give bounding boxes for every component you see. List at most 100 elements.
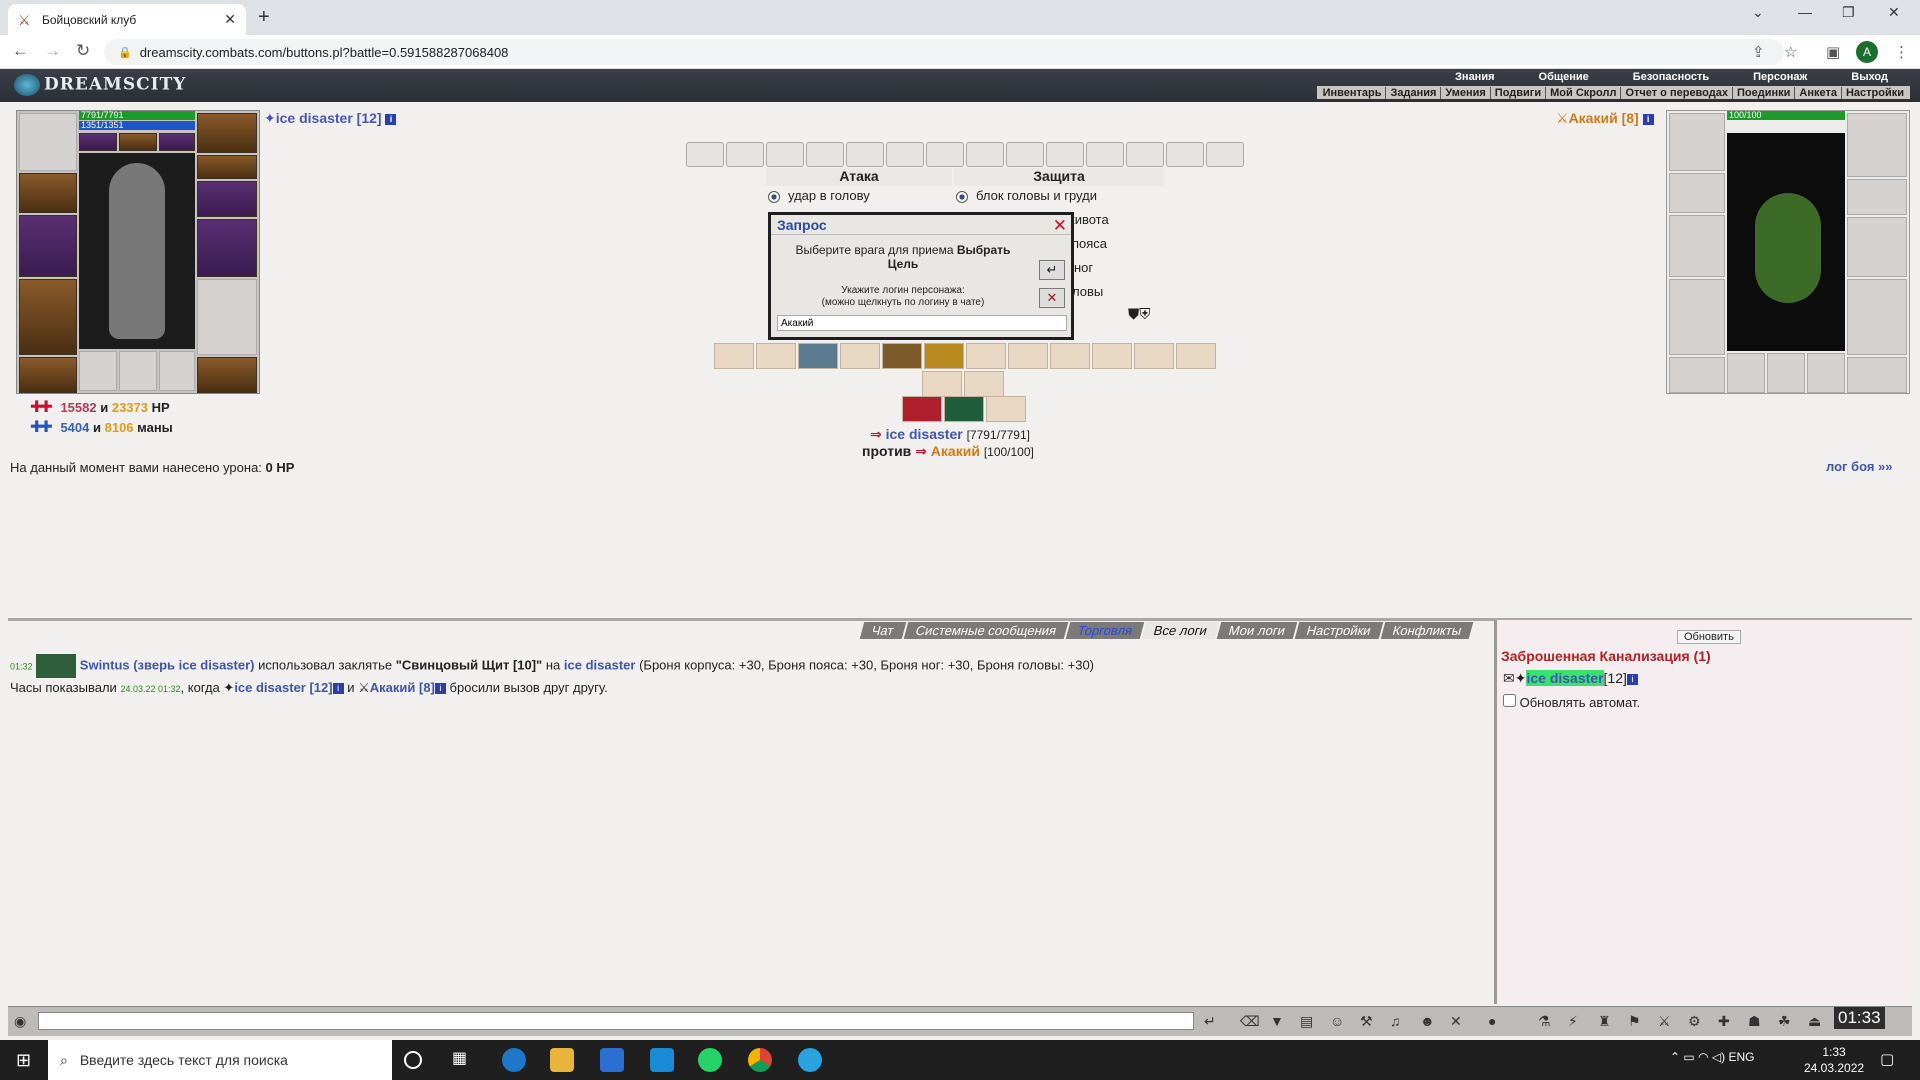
defense-option[interactable]: блок головы и груди bbox=[956, 188, 1097, 203]
scroll-slot[interactable] bbox=[1006, 142, 1044, 167]
top-menu-item[interactable]: Персонаж bbox=[1731, 71, 1829, 83]
sub-menu-item[interactable]: Мой Скролл bbox=[1545, 86, 1620, 99]
sub-menu-item[interactable]: Подвиги bbox=[1489, 86, 1545, 99]
empty-ring-slot[interactable] bbox=[119, 351, 157, 391]
tools-icon[interactable]: ⚒ bbox=[1360, 1013, 1373, 1030]
skill-slot[interactable] bbox=[986, 396, 1026, 422]
save-icon[interactable]: ▤ bbox=[1300, 1013, 1313, 1030]
boots-slot[interactable] bbox=[1847, 357, 1907, 393]
quick-icon[interactable]: ☘ bbox=[1778, 1013, 1791, 1030]
windows-start-icon[interactable]: ⊞ bbox=[16, 1050, 31, 1071]
amulet-slot[interactable] bbox=[1847, 113, 1907, 177]
scroll-slot[interactable] bbox=[726, 142, 764, 167]
shield-slot[interactable] bbox=[197, 219, 257, 277]
skill-slot[interactable] bbox=[944, 396, 984, 422]
skill-slot[interactable] bbox=[966, 343, 1006, 369]
sound-icon[interactable]: ♫ bbox=[1390, 1013, 1401, 1029]
scroll-slot[interactable] bbox=[926, 142, 964, 167]
address-bar[interactable]: 🔒 dreamscity.combats.com/buttons.pl?batt… bbox=[104, 39, 1784, 65]
target-login-input[interactable] bbox=[777, 315, 1067, 331]
shield-swords-icon[interactable]: ⛨ bbox=[1139, 306, 1150, 323]
scroll-slot[interactable] bbox=[846, 142, 884, 167]
empty-ring-slot[interactable] bbox=[1727, 353, 1765, 393]
side-panel-icon[interactable]: ▣ bbox=[1826, 43, 1840, 61]
opponent-name-link[interactable]: ⚔Акакий [8] i bbox=[1556, 110, 1654, 127]
whatsapp-icon[interactable] bbox=[698, 1048, 722, 1072]
skill-slot[interactable] bbox=[714, 343, 754, 369]
private-icon[interactable]: ✉ bbox=[1503, 670, 1515, 686]
skill-slot[interactable] bbox=[1050, 343, 1090, 369]
top-menu-item[interactable]: Общение bbox=[1517, 71, 1611, 83]
gloves-slot[interactable] bbox=[1847, 179, 1907, 215]
reload-icon[interactable]: ↻ bbox=[76, 41, 90, 61]
player-name-link[interactable]: ✦ice disaster [12] i bbox=[264, 110, 397, 127]
taskbar-clock[interactable]: 1:33 24.03.2022 bbox=[1804, 1044, 1864, 1076]
quick-icon[interactable]: ♜ bbox=[1598, 1013, 1611, 1030]
skill-slot[interactable] bbox=[882, 343, 922, 369]
armor-slot[interactable] bbox=[19, 279, 77, 355]
scroll-slot[interactable] bbox=[806, 142, 844, 167]
quick-icon[interactable]: ✚ bbox=[1718, 1013, 1730, 1030]
sub-menu-item[interactable]: Задания bbox=[1385, 86, 1440, 99]
scroll-slot[interactable] bbox=[766, 142, 804, 167]
shield-icon[interactable]: ⛊ bbox=[1128, 306, 1139, 323]
skill-slot[interactable] bbox=[902, 396, 942, 422]
close-icon[interactable]: ✕ bbox=[1053, 216, 1067, 236]
skill-slot[interactable] bbox=[798, 343, 838, 369]
telegram-icon[interactable] bbox=[798, 1048, 822, 1072]
close-window-icon[interactable]: ✕ bbox=[1888, 4, 1900, 21]
cancel-button[interactable]: ✕ bbox=[1039, 288, 1065, 308]
cortana-icon[interactable] bbox=[404, 1051, 422, 1069]
skill-slot[interactable] bbox=[1092, 343, 1132, 369]
log-target[interactable]: ice disaster bbox=[564, 657, 636, 672]
refresh-button[interactable]: Обновить bbox=[1677, 630, 1741, 644]
armor-slot[interactable] bbox=[1669, 279, 1725, 355]
confirm-button[interactable]: ↵ bbox=[1039, 260, 1065, 280]
scroll-slot[interactable] bbox=[886, 142, 924, 167]
belt-slot[interactable] bbox=[1669, 357, 1725, 393]
mail-icon[interactable] bbox=[650, 1048, 674, 1072]
info-icon[interactable]: i bbox=[385, 113, 397, 125]
boots-slot[interactable] bbox=[197, 357, 257, 393]
leggings-slot[interactable] bbox=[197, 279, 257, 355]
chat-input[interactable] bbox=[38, 1012, 1194, 1030]
top-menu-item[interactable]: Знания bbox=[1433, 71, 1516, 83]
log-player2[interactable]: Акакий [8] bbox=[370, 680, 435, 695]
tab-trade[interactable]: Торговля bbox=[1065, 622, 1145, 639]
explorer-icon[interactable] bbox=[550, 1048, 574, 1072]
tab-system[interactable]: Системные сообщения bbox=[903, 622, 1069, 639]
tab-all-logs[interactable]: Все логи bbox=[1141, 622, 1220, 639]
leggings-slot[interactable] bbox=[1847, 279, 1907, 355]
quick-icon[interactable]: ⚔ bbox=[1658, 1013, 1671, 1030]
enemy-name[interactable]: Акакий bbox=[931, 443, 980, 459]
task-view-icon[interactable]: ▦ bbox=[452, 1048, 476, 1072]
scroll-slot[interactable] bbox=[1166, 142, 1204, 167]
close-tab-icon[interactable]: ✕ bbox=[224, 11, 236, 28]
smile-icon[interactable]: ☻ bbox=[1420, 1013, 1435, 1029]
bracers-slot[interactable] bbox=[19, 173, 77, 213]
sub-menu-item[interactable]: Умения bbox=[1440, 86, 1489, 99]
info-icon[interactable]: i bbox=[1642, 113, 1654, 125]
shield-buttons[interactable]: ⛊⛨ bbox=[1128, 306, 1151, 323]
skill-slot[interactable] bbox=[1134, 343, 1174, 369]
gloves-slot[interactable] bbox=[197, 181, 257, 217]
defense-option[interactable]: пояса bbox=[1072, 236, 1107, 251]
radio-icon[interactable] bbox=[768, 190, 780, 203]
info-icon[interactable]: i bbox=[434, 683, 446, 695]
top-menu-item[interactable]: Безопасность bbox=[1611, 71, 1731, 83]
defense-option[interactable]: ног bbox=[1074, 260, 1093, 275]
defense-option[interactable]: ловы bbox=[1072, 284, 1103, 299]
skill-slot[interactable] bbox=[1176, 343, 1216, 369]
filter-icon[interactable]: ▼ bbox=[1270, 1013, 1284, 1029]
skill-slot[interactable] bbox=[1008, 343, 1048, 369]
wifi-icon[interactable]: ◠ bbox=[1698, 1050, 1708, 1064]
fight-log-link[interactable]: лог боя »» bbox=[1826, 459, 1893, 474]
taskbar-search[interactable]: ⌕ Введите здесь текст для поиска bbox=[48, 1040, 392, 1080]
clear-icon[interactable]: ⌫ bbox=[1240, 1013, 1260, 1030]
forward-icon[interactable]: → bbox=[44, 41, 61, 61]
empty-ring-slot[interactable] bbox=[1807, 353, 1845, 393]
quick-icon[interactable]: ⚡ bbox=[1568, 1013, 1578, 1030]
menu-dots-icon[interactable]: ⋮ bbox=[1894, 43, 1909, 61]
attack-option-head[interactable]: удар в голову bbox=[768, 188, 870, 203]
language-indicator[interactable]: ENG bbox=[1729, 1050, 1755, 1064]
